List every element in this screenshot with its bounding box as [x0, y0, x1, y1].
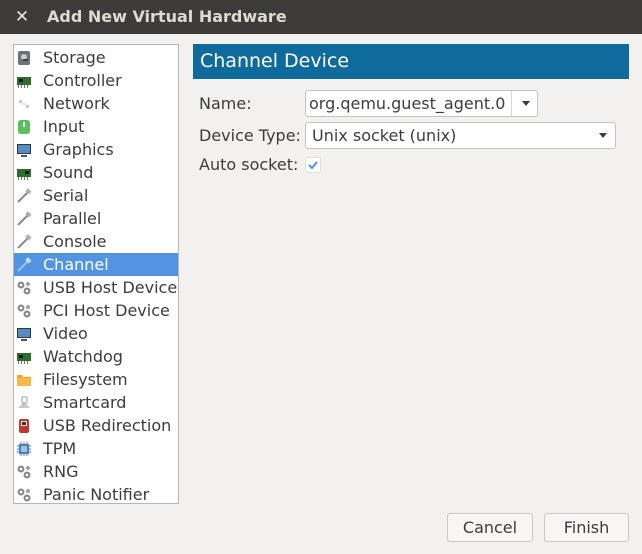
smartcard-icon — [18, 396, 30, 408]
hardware-item-usb-redirection[interactable]: USB Redirection — [14, 414, 178, 437]
video-icon — [17, 328, 31, 341]
hardware-item-label: TPM — [43, 439, 77, 458]
window-title: Add New Virtual Hardware — [47, 7, 287, 26]
hardware-item-tpm[interactable]: TPM — [14, 437, 178, 460]
page-header: Channel Device — [193, 44, 629, 79]
name-label: Name: — [199, 94, 252, 113]
console-icon — [17, 234, 32, 249]
page-title: Channel Device — [200, 50, 350, 72]
hardware-item-label: Video — [43, 324, 88, 343]
hardware-item-label: Watchdog — [43, 347, 123, 366]
graphics-icon — [17, 144, 31, 157]
hardware-item-label: Panic Notifier — [43, 485, 150, 504]
hardware-item-label: Controller — [43, 71, 122, 90]
device-type-value: Unix socket (unix) — [312, 126, 457, 145]
hardware-item-controller[interactable]: Controller — [14, 69, 178, 92]
finish-button[interactable]: Finish — [544, 513, 629, 542]
usb-host-device-icon — [17, 281, 31, 295]
auto-socket-label: Auto socket: — [199, 155, 299, 174]
sound-icon — [17, 169, 31, 180]
hardware-item-label: Serial — [43, 186, 89, 205]
hardware-item-graphics[interactable]: Graphics — [14, 138, 178, 161]
hardware-item-channel[interactable]: Channel — [14, 253, 178, 276]
name-combo[interactable]: org.qemu.guest_agent.0 — [305, 90, 538, 117]
hardware-item-usb-host-device[interactable]: USB Host Device — [14, 276, 178, 299]
hardware-item-watchdog[interactable]: Watchdog — [14, 345, 178, 368]
hardware-item-label: Parallel — [43, 209, 102, 228]
hardware-item-rng[interactable]: RNG — [14, 460, 178, 483]
hardware-item-smartcard[interactable]: Smartcard — [14, 391, 178, 414]
hardware-item-serial[interactable]: Serial — [14, 184, 178, 207]
hardware-item-label: Network — [43, 94, 110, 113]
hardware-item-label: Channel — [43, 255, 109, 274]
hardware-item-input[interactable]: Input — [14, 115, 178, 138]
input-icon — [18, 120, 30, 134]
hardware-item-video[interactable]: Video — [14, 322, 178, 345]
hardware-item-label: Graphics — [43, 140, 114, 159]
watchdog-icon — [17, 353, 31, 364]
hardware-item-pci-host-device[interactable]: PCI Host Device — [14, 299, 178, 322]
hardware-item-panic-notifier[interactable]: Panic Notifier — [14, 483, 178, 506]
chevron-down-icon[interactable] — [589, 123, 617, 148]
name-value: org.qemu.guest_agent.0 — [309, 94, 506, 113]
hardware-item-network[interactable]: Network — [14, 92, 178, 115]
network-icon — [19, 100, 29, 108]
dialog-window: ✕ Add New Virtual Hardware Storage Contr… — [0, 0, 642, 554]
title-bar: ✕ Add New Virtual Hardware — [0, 0, 642, 34]
serial-icon — [17, 188, 32, 203]
hardware-item-label: Console — [43, 232, 107, 251]
hardware-item-label: USB Host Device — [43, 278, 178, 297]
auto-socket-checkbox[interactable] — [305, 157, 321, 173]
hardware-item-label: USB Redirection — [43, 416, 172, 435]
hardware-item-label: Input — [43, 117, 85, 136]
device-type-label: Device Type: — [199, 126, 301, 145]
storage-icon — [18, 51, 30, 65]
hardware-list[interactable]: Storage Controller Network Input Graphic… — [13, 44, 179, 504]
filesystem-icon — [17, 375, 31, 386]
panic-notifier-icon — [17, 488, 31, 502]
hardware-item-label: Filesystem — [43, 370, 128, 389]
hardware-item-label: PCI Host Device — [43, 301, 170, 320]
hardware-item-label: Sound — [43, 163, 94, 182]
hardware-item-storage[interactable]: Storage — [14, 46, 178, 69]
hardware-item-sound[interactable]: Sound — [14, 161, 178, 184]
parallel-icon — [17, 211, 32, 226]
cancel-button[interactable]: Cancel — [447, 513, 533, 542]
hardware-item-label: RNG — [43, 462, 79, 481]
hardware-item-parallel[interactable]: Parallel — [14, 207, 178, 230]
close-icon[interactable]: ✕ — [12, 6, 32, 28]
usb-redirection-icon — [19, 419, 29, 433]
hardware-item-console[interactable]: Console — [14, 230, 178, 253]
device-type-select[interactable]: Unix socket (unix) — [305, 122, 616, 149]
hardware-item-filesystem[interactable]: Filesystem — [14, 368, 178, 391]
chevron-down-icon[interactable] — [511, 91, 540, 116]
hardware-item-label: Smartcard — [43, 393, 127, 412]
tpm-icon — [17, 442, 31, 456]
controller-icon — [17, 77, 31, 88]
hardware-item-label: Storage — [43, 48, 106, 67]
rng-icon — [17, 465, 31, 479]
pci-host-device-icon — [17, 304, 31, 318]
channel-icon — [17, 257, 32, 272]
